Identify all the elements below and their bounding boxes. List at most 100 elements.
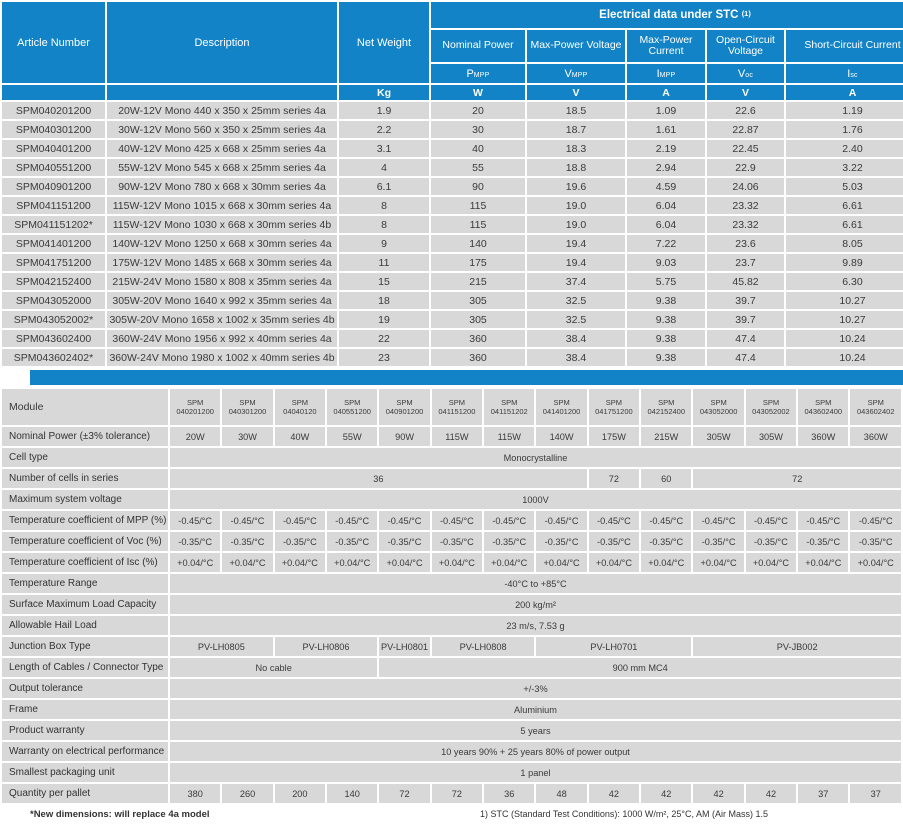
module-column-header: SPM043052000 — [693, 389, 743, 425]
spec-row-label: Frame — [2, 700, 168, 719]
article-cell-article: SPM042152400 — [2, 273, 105, 290]
module-column-header: SPM042152400 — [641, 389, 691, 425]
article-cell-vmpp: 19.6 — [527, 178, 625, 195]
article-cell-impp: 7.22 — [627, 235, 705, 252]
spec-value-cell: -40°C to +85°C — [170, 574, 901, 593]
spec-row-label: Allowable Hail Load — [2, 616, 168, 635]
article-cell-article: SPM040401200 — [2, 140, 105, 157]
module-prefix: SPM — [222, 398, 272, 407]
article-cell-isc: 6.61 — [786, 197, 903, 214]
spec-value-cell: 215W — [641, 427, 691, 446]
spec-value-cell: -0.35/°C — [432, 532, 482, 551]
article-cell-kg: 9 — [339, 235, 429, 252]
spec-value-cell: 260 — [222, 784, 272, 803]
spec-value-cell: 23 m/s, 7.53 g — [170, 616, 901, 635]
unit-w: W — [431, 85, 525, 100]
module-prefix: SPM — [798, 398, 848, 407]
article-row: SPM043602400360W-24V Mono 1956 x 992 x 4… — [2, 330, 903, 347]
module-column-header: SPM041751200 — [589, 389, 639, 425]
article-cell-vmpp: 32.5 — [527, 311, 625, 328]
module-header-row: Module SPM040201200SPM040301200SPM040401… — [2, 389, 901, 425]
article-cell-impp: 9.03 — [627, 254, 705, 271]
spec-value-cell: 10 years 90% + 25 years 80% of power out… — [170, 742, 901, 761]
spec-value-cell: -0.35/°C — [850, 532, 901, 551]
article-cell-voc: 45.82 — [707, 273, 784, 290]
article-cell-article: SPM040901200 — [2, 178, 105, 195]
article-cell-impp: 9.38 — [627, 349, 705, 366]
module-column-header: SPM040551200 — [327, 389, 377, 425]
article-cell-voc: 23.6 — [707, 235, 784, 252]
article-cell-w: 305 — [431, 292, 525, 309]
spec-value-cell: -0.45/°C — [536, 511, 586, 530]
article-cell-kg: 2.2 — [339, 121, 429, 138]
article-cell-description: 215W-24V Mono 1580 x 808 x 35mm series 4… — [107, 273, 337, 290]
spec-value-cell: -0.35/°C — [746, 532, 796, 551]
module-code: 041401200 — [536, 407, 586, 416]
footnote-stc-definition: 1) STC (Standard Test Conditions): 1000 … — [480, 809, 768, 819]
article-cell-description: 55W-12V Mono 545 x 668 x 25mm series 4a — [107, 159, 337, 176]
article-cell-w: 20 — [431, 102, 525, 119]
article-cell-isc: 9.89 — [786, 254, 903, 271]
article-cell-voc: 22.87 — [707, 121, 784, 138]
spec-value-cell: 900 mm MC4 — [379, 658, 901, 677]
spec-value-cell: -0.45/°C — [746, 511, 796, 530]
symbol-sub: MPP — [660, 72, 676, 79]
spec-row: Temperature coefficient of Voc (%)-0.35/… — [2, 532, 901, 551]
spec-value-cell: -0.45/°C — [432, 511, 482, 530]
unit-kg: Kg — [339, 85, 429, 100]
spec-value-cell: -0.45/°C — [170, 511, 220, 530]
spec-value-cell: -0.45/°C — [693, 511, 743, 530]
article-cell-kg: 19 — [339, 311, 429, 328]
unit-v: V — [527, 85, 625, 100]
article-cell-article: SPM040551200 — [2, 159, 105, 176]
article-cell-article: SPM043602402* — [2, 349, 105, 366]
spec-row: Nominal Power (±3% tolerance)20W30W40W55… — [2, 427, 901, 446]
article-cell-article: SPM041151202* — [2, 216, 105, 233]
spec-row-label: Cell type — [2, 448, 168, 467]
article-cell-article: SPM040301200 — [2, 121, 105, 138]
module-prefix: SPM — [327, 398, 377, 407]
unit-v: V — [707, 85, 784, 100]
spec-row: FrameAluminium — [2, 700, 901, 719]
spec-table-body: Nominal Power (±3% tolerance)20W30W40W55… — [2, 427, 901, 803]
spec-value-cell: 40W — [275, 427, 325, 446]
module-label: Module — [2, 389, 168, 425]
article-cell-voc: 47.4 — [707, 349, 784, 366]
spec-row: Quantity per pallet380260200140727236484… — [2, 784, 901, 803]
spec-value-cell: 42 — [641, 784, 691, 803]
article-cell-article: SPM040201200 — [2, 102, 105, 119]
spec-value-cell: 72 — [693, 469, 901, 488]
module-prefix: SPM — [589, 398, 639, 407]
spec-row: Cell typeMonocrystalline — [2, 448, 901, 467]
article-cell-vmpp: 18.3 — [527, 140, 625, 157]
spec-value-cell: +0.04/°C — [222, 553, 272, 572]
article-cell-vmpp: 19.0 — [527, 216, 625, 233]
article-cell-voc: 24.06 — [707, 178, 784, 195]
spec-value-cell: -0.35/°C — [589, 532, 639, 551]
symbol-main: P — [466, 68, 473, 80]
article-cell-w: 115 — [431, 197, 525, 214]
spec-value-cell: 305W — [746, 427, 796, 446]
spec-value-cell: +0.04/°C — [798, 553, 848, 572]
spec-value-cell: PV-LH0808 — [432, 637, 535, 656]
spec-row-label: Product warranty — [2, 721, 168, 740]
article-cell-kg: 8 — [339, 216, 429, 233]
electrical-data-table: Article Number Description Net Weight El… — [0, 0, 903, 368]
article-row: SPM04090120090W-12V Mono 780 x 668 x 30m… — [2, 178, 903, 195]
spec-row-label: Smallest packaging unit — [2, 763, 168, 782]
article-cell-article: SPM041151200 — [2, 197, 105, 214]
spec-value-cell: -0.45/°C — [641, 511, 691, 530]
spec-value-cell: 1000V — [170, 490, 901, 509]
spec-value-cell: 55W — [327, 427, 377, 446]
article-cell-kg: 6.1 — [339, 178, 429, 195]
spec-value-cell: 1 panel — [170, 763, 901, 782]
spec-value-cell: -0.45/°C — [484, 511, 534, 530]
article-cell-description: 305W-20V Mono 1658 x 1002 x 35mm series … — [107, 311, 337, 328]
module-column-header: SPM041151202 — [484, 389, 534, 425]
spec-value-cell: +0.04/°C — [275, 553, 325, 572]
spec-row-label: Temperature coefficient of Isc (%) — [2, 553, 168, 572]
spec-value-cell: -0.45/°C — [798, 511, 848, 530]
article-cell-kg: 11 — [339, 254, 429, 271]
module-column-header: SPM041401200 — [536, 389, 586, 425]
symbol-vmpp: VMPP — [527, 64, 625, 83]
